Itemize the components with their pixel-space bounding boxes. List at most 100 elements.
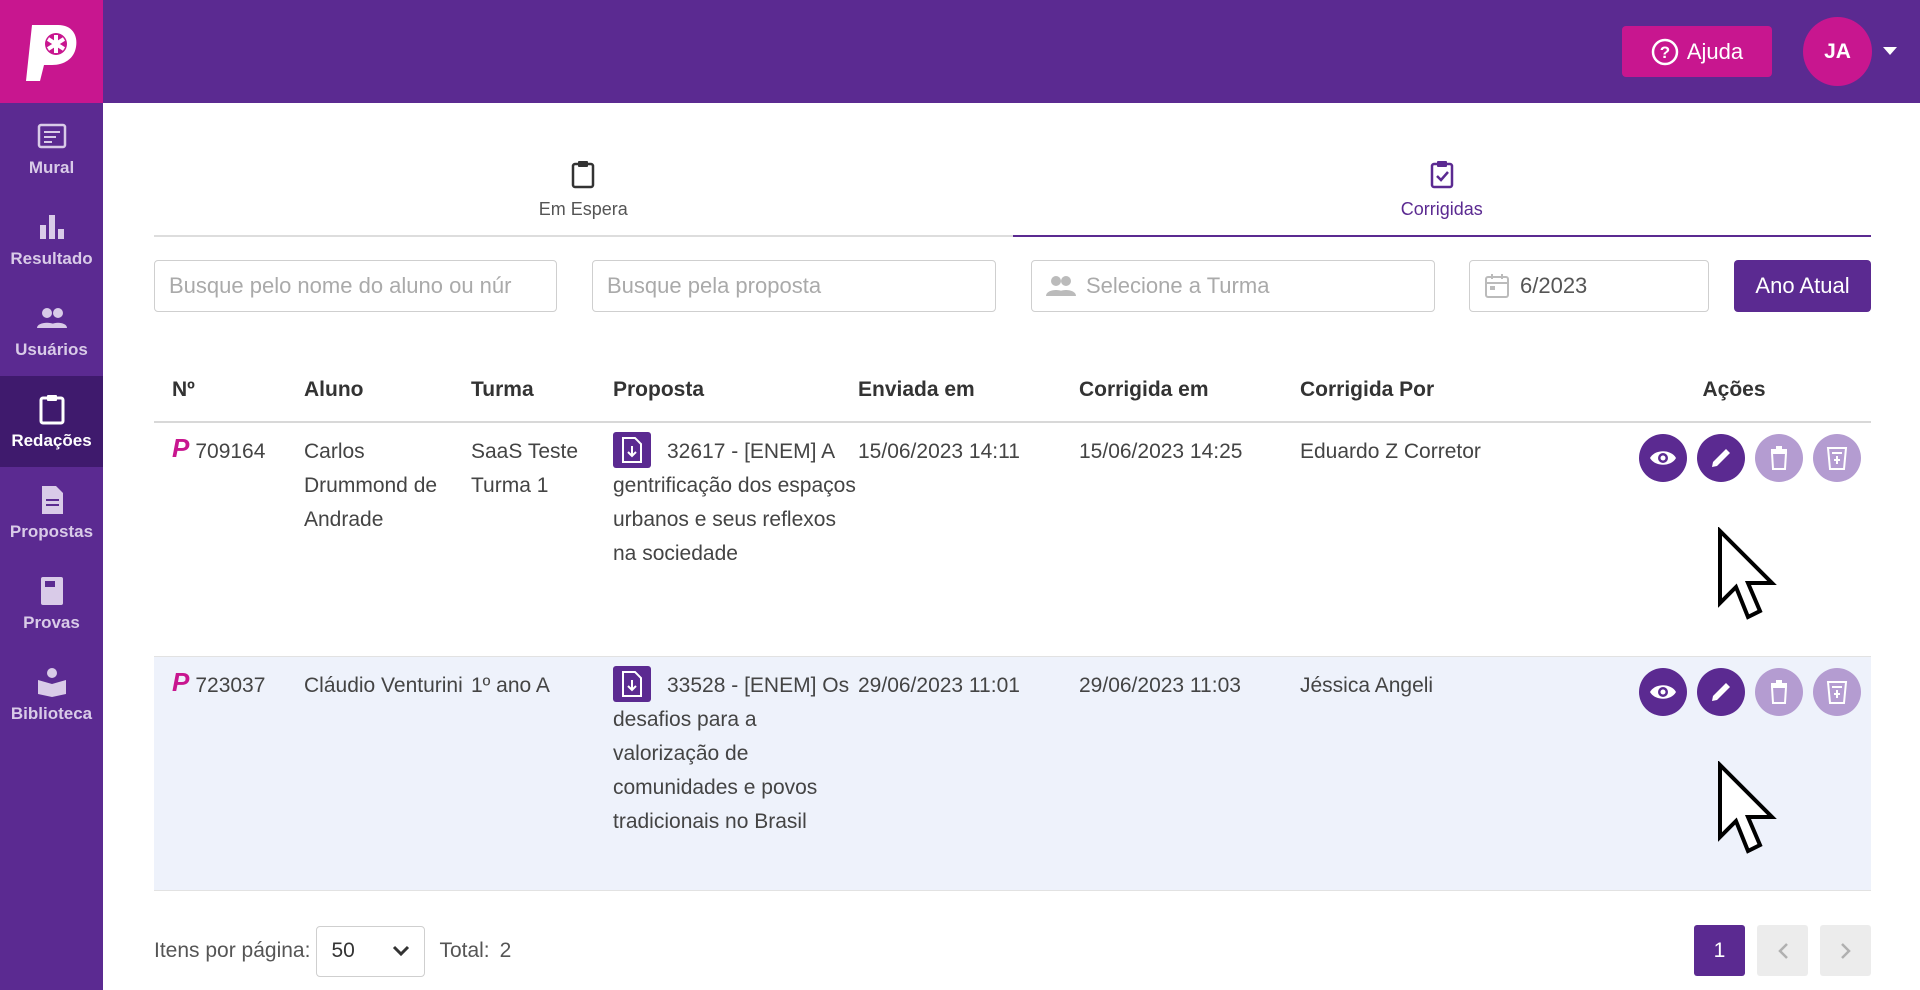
proposal-search-input[interactable]: Busque pela proposta	[592, 260, 996, 312]
pencil-icon	[1712, 449, 1730, 467]
help-button[interactable]: ? Ajuda	[1622, 26, 1772, 77]
class-name: 1º ano A	[471, 674, 550, 697]
eye-icon	[1650, 451, 1676, 465]
sidebar-item-label: Mural	[28, 157, 75, 177]
trash-icon	[1770, 446, 1788, 470]
sidebar-item-label: Redações	[11, 430, 92, 450]
corrected-date: 29/06/2023 11:03	[1079, 674, 1241, 697]
header-actions: Ações	[1702, 377, 1766, 401]
per-page-value: 50	[331, 939, 355, 962]
user-menu-caret-icon[interactable]	[1883, 47, 1897, 55]
student-search-placeholder: Busque pelo nome do aluno ou núr	[169, 273, 512, 298]
help-button-label: Ajuda	[1686, 38, 1744, 64]
book-icon	[40, 576, 63, 605]
total-value: 2	[499, 939, 512, 962]
download-file-icon[interactable]	[613, 666, 651, 703]
app-logo[interactable]	[0, 0, 103, 103]
discard-button[interactable]	[1813, 434, 1861, 482]
sidebar-item-usuarios[interactable]: Usuários	[0, 285, 103, 376]
tab-label: Corrigidas	[1400, 199, 1483, 219]
download-file-icon[interactable]	[613, 432, 651, 469]
sent-date: 29/06/2023 11:01	[858, 674, 1020, 697]
table-row: P 723037 Cláudio Venturini 1º ano A 33528…	[154, 657, 1871, 891]
question-circle-icon: ?	[1651, 38, 1679, 65]
chevron-down-icon	[393, 945, 410, 957]
board-icon	[37, 123, 66, 148]
sidebar-item-redacoes[interactable]: Redações	[0, 376, 103, 467]
eye-icon	[1650, 685, 1676, 699]
class-select[interactable]: Selecione a Turma	[1031, 260, 1435, 312]
filters-bar: Busque pelo nome do aluno ou núr Busque …	[154, 260, 1871, 312]
class-select-placeholder: Selecione a Turma	[1086, 273, 1270, 298]
calendar-icon	[1484, 273, 1510, 299]
pagination: 1	[1694, 925, 1871, 976]
sidebar-item-mural[interactable]: Mural	[0, 103, 103, 194]
edit-button[interactable]	[1697, 434, 1745, 482]
tab-em-espera[interactable]: Em Espera	[154, 103, 1013, 237]
sidebar-item-provas[interactable]: Provas	[0, 558, 103, 649]
student-name: Carlos Drummond de Andrade	[304, 440, 438, 531]
header-corrected: Corrigida em	[1079, 377, 1209, 401]
per-page-select[interactable]: 50	[316, 925, 426, 977]
main-content: Em Espera Corrigidas Busque pelo nome do…	[154, 103, 1871, 990]
essays-table: Nº Aluno Turma Proposta Enviada em Corri…	[154, 358, 1871, 891]
table-header: Nº Aluno Turma Proposta Enviada em Corri…	[154, 358, 1871, 423]
tab-corrigidas[interactable]: Corrigidas	[1012, 103, 1871, 237]
clipboard-icon	[572, 161, 595, 189]
tabs: Em Espera Corrigidas	[154, 103, 1871, 237]
bin-icon	[1826, 681, 1848, 704]
prev-page-button[interactable]	[1757, 925, 1808, 976]
current-year-button[interactable]: Ano Atual	[1734, 260, 1871, 312]
view-button[interactable]	[1639, 668, 1687, 716]
svg-text:?: ?	[1660, 43, 1670, 62]
header-student: Aluno	[304, 377, 364, 401]
users-icon	[36, 307, 67, 328]
sidebar-item-resultado[interactable]: Resultado	[0, 194, 103, 285]
sidebar-item-label: Resultado	[10, 248, 93, 268]
users-icon	[1046, 275, 1076, 297]
corrected-date: 15/06/2023 14:25	[1079, 440, 1243, 463]
student-search-input[interactable]: Busque pelo nome do aluno ou núr	[154, 260, 557, 312]
table-row: P 709164 Carlos Drummond de Andrade SaaS …	[154, 423, 1871, 657]
edit-button[interactable]	[1697, 668, 1745, 716]
corrected-by: Eduardo Z Corretor	[1300, 440, 1481, 463]
header-class: Turma	[471, 377, 534, 401]
bar-chart-icon	[39, 214, 64, 239]
table-footer: Itens por página: 50 Total: 2 1	[154, 925, 1871, 977]
delete-button[interactable]	[1755, 668, 1803, 716]
chevron-right-icon	[1840, 942, 1851, 959]
proposal-id: 33528 -	[667, 674, 739, 697]
redacao-logo-icon: P	[172, 433, 190, 463]
mouse-cursor-icon	[1718, 527, 1777, 620]
date-value: 6/2023	[1520, 273, 1588, 298]
sidebar: Mural Resultado Usuários Redações Propos…	[0, 0, 103, 990]
student-name: Cláudio Venturini	[304, 674, 463, 697]
essay-number: 723037	[195, 674, 266, 697]
discard-button[interactable]	[1813, 668, 1861, 716]
next-page-button[interactable]	[1820, 925, 1871, 976]
per-page-label: Itens por página:	[154, 939, 311, 962]
tab-label: Em Espera	[538, 199, 628, 219]
clipboard-icon	[39, 394, 64, 424]
sidebar-item-label: Provas	[23, 612, 80, 632]
bin-icon	[1826, 447, 1848, 470]
view-button[interactable]	[1639, 434, 1687, 482]
delete-button[interactable]	[1755, 434, 1803, 482]
reader-icon	[37, 667, 66, 697]
sent-date: 15/06/2023 14:11	[858, 440, 1020, 463]
mouse-cursor-icon	[1718, 761, 1777, 854]
redacao-logo-icon: P	[172, 667, 190, 697]
header-sent: Enviada em	[858, 377, 975, 401]
user-avatar[interactable]: JA	[1803, 17, 1872, 86]
proposal-id: 32617 -	[667, 440, 739, 463]
sidebar-item-label: Usuários	[15, 339, 88, 359]
page-button-current[interactable]: 1	[1694, 925, 1745, 976]
header-corrected-by: Corrigida Por	[1300, 377, 1435, 401]
sidebar-item-label: Biblioteca	[10, 703, 93, 723]
proposal-search-placeholder: Busque pela proposta	[607, 273, 822, 298]
trash-icon	[1770, 680, 1788, 704]
sidebar-item-biblioteca[interactable]: Biblioteca	[0, 649, 103, 740]
header-proposal: Proposta	[613, 377, 705, 401]
date-picker[interactable]: 6/2023	[1469, 260, 1709, 312]
sidebar-item-propostas[interactable]: Propostas	[0, 467, 103, 558]
